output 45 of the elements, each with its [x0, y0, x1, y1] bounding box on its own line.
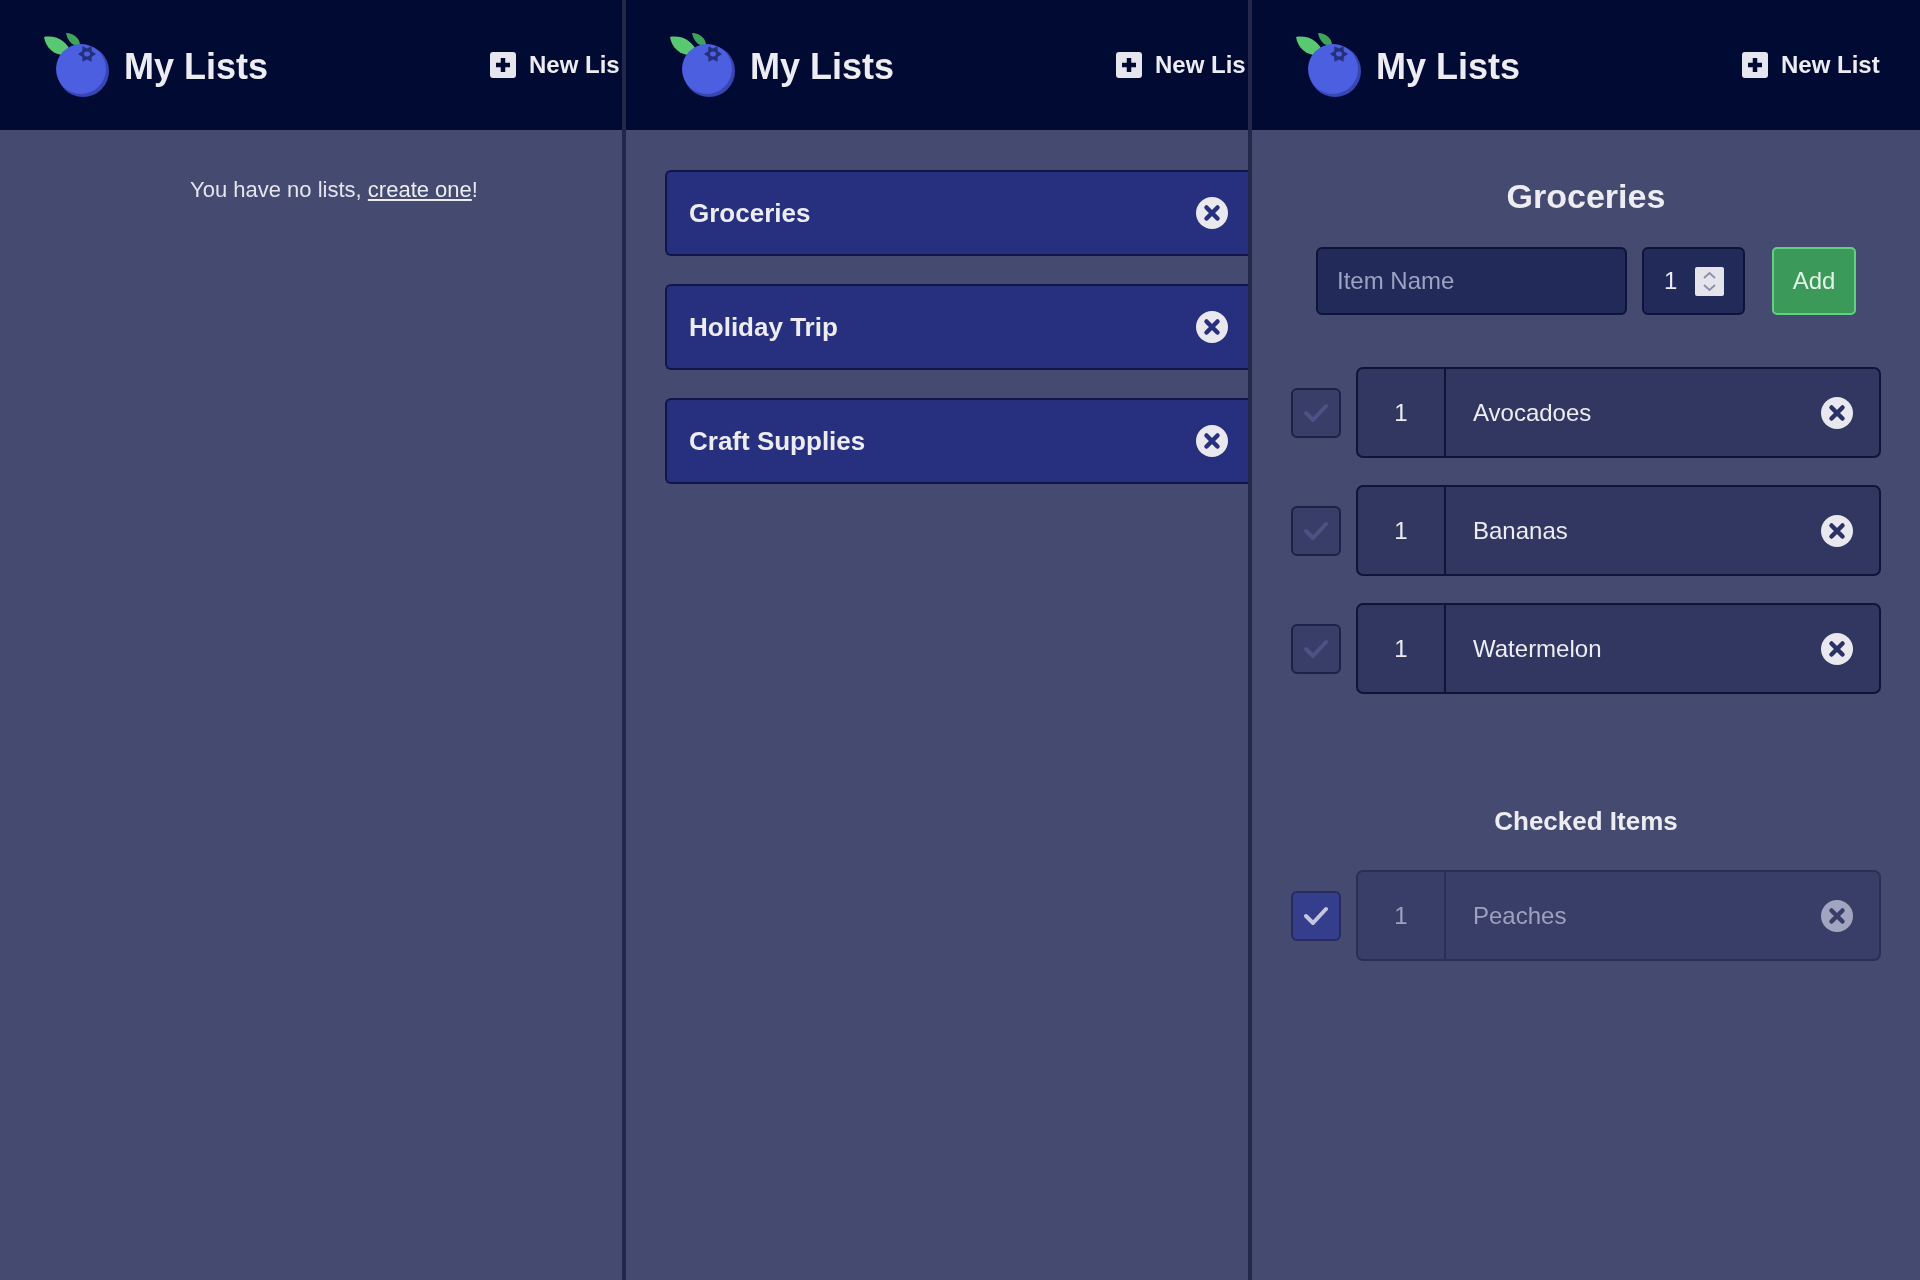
tick-icon [1304, 520, 1328, 541]
tick-icon [1304, 905, 1328, 926]
item-name-field[interactable]: Item Name [1316, 247, 1627, 315]
close-icon[interactable] [1196, 425, 1228, 457]
close-icon[interactable] [1821, 514, 1853, 547]
empty-message: You have no lists, create one! [190, 176, 478, 204]
close-icon[interactable] [1821, 899, 1853, 932]
plus-icon [490, 52, 516, 78]
item-name: Avocadoes [1473, 397, 1592, 428]
plus-icon [1742, 52, 1768, 78]
list-title: Groceries [1506, 176, 1666, 216]
close-icon[interactable] [1196, 197, 1228, 229]
app-title: My Lists [124, 45, 269, 89]
new-list-button[interactable]: New Lis [1116, 50, 1246, 80]
list-card[interactable]: Craft Supplies [665, 398, 1248, 484]
new-list-button[interactable]: New Lis [490, 50, 620, 80]
blueberry-icon [670, 32, 736, 98]
tick-icon [1304, 638, 1328, 659]
close-icon[interactable] [1196, 311, 1228, 343]
create-link[interactable]: create one [367, 177, 472, 202]
item-name: Bananas [1473, 515, 1568, 546]
new-list-button[interactable]: New List [1742, 50, 1880, 80]
quantity-field[interactable]: 1 [1642, 247, 1745, 315]
app-title: My Lists [750, 45, 895, 89]
plus-icon [1116, 52, 1142, 78]
stepper-icon[interactable] [1695, 266, 1724, 296]
section-heading: Checked Items [1494, 805, 1678, 837]
checkbox[interactable] [1291, 387, 1341, 438]
quantity-text: 1 [1394, 900, 1408, 931]
quantity-text: 1 [1394, 397, 1408, 428]
close-icon[interactable] [1821, 396, 1853, 429]
app-title: My Lists [1376, 45, 1521, 89]
blueberry-icon [44, 32, 110, 98]
quantity-text: 1 [1394, 515, 1408, 546]
list-card[interactable]: Groceries [665, 170, 1248, 256]
blueberry-icon [1296, 32, 1362, 98]
tick-icon [1304, 402, 1328, 423]
checkbox[interactable] [1291, 505, 1341, 556]
quantity-text: 1 [1394, 633, 1408, 664]
checkbox[interactable] [1291, 623, 1341, 674]
item-name: Peaches [1473, 900, 1567, 931]
close-icon[interactable] [1821, 632, 1853, 665]
list-card[interactable]: Holiday Trip [665, 284, 1248, 370]
checkbox[interactable] [1291, 890, 1341, 941]
item-name: Watermelon [1473, 633, 1602, 664]
